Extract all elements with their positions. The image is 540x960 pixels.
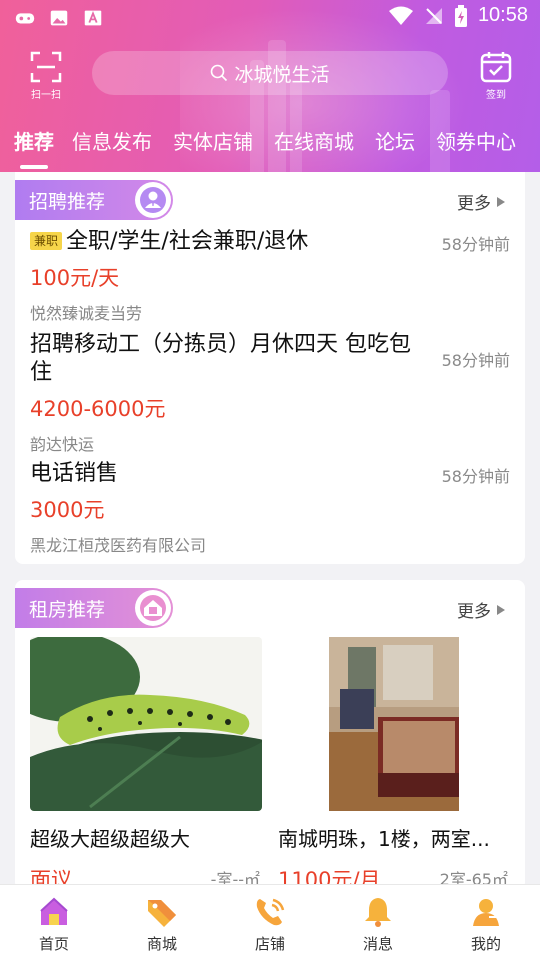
jobs-section-title: 招聘推荐	[29, 190, 106, 213]
job-title: 全职/学生/社会兼职/退休	[66, 229, 309, 254]
bottom-nav: 首页 商城 店铺 消息 我的	[0, 884, 540, 960]
search-icon	[211, 64, 228, 82]
nav-stores-label: 店铺	[254, 935, 285, 953]
search-placeholder: 冰城悦生活	[234, 63, 330, 86]
caterpillar-photo	[30, 637, 262, 811]
image-icon	[50, 10, 68, 26]
job-company: 悦然臻诚麦当劳	[30, 304, 143, 323]
room-photo	[278, 637, 510, 811]
rent-listing[interactable]: 南城明珠，1楼，两室... 1100元/月 2室-65㎡	[278, 637, 510, 890]
category-tabs: 推荐 信息发布 实体店铺 在线商城 论坛 领券中心	[14, 126, 537, 169]
rent-card: 租房推荐 更多 超级大超级超级大 面议 -室--㎡ 南城明珠，1楼，两室... …	[15, 580, 525, 890]
rent-listing-title: 超级大超级超级大	[30, 827, 190, 851]
tab-coupon-center[interactable]: 领券中心	[436, 126, 516, 155]
font-icon	[84, 10, 102, 26]
job-company: 韵达快运	[30, 435, 95, 454]
rent-listing[interactable]: 超级大超级超级大 面议 -室--㎡	[30, 637, 262, 890]
nav-messages-label: 消息	[362, 935, 393, 953]
battery-icon	[454, 4, 467, 27]
job-title: 招聘移动工（分拣员）月休四天 包吃包住	[30, 332, 411, 385]
phone-icon	[256, 898, 285, 926]
search-bar[interactable]: 冰城悦生活	[92, 51, 448, 95]
job-item[interactable]: 电话销售 58分钟前 3000元 黑龙江桓茂医药有限公司	[30, 460, 510, 556]
signal-off-icon	[425, 7, 442, 24]
gamepad-icon	[15, 13, 35, 24]
arrow-right-icon	[497, 196, 505, 207]
rent-section-title: 租房推荐	[29, 598, 106, 621]
checkin-label: 签到	[486, 90, 506, 101]
tag-icon	[148, 900, 176, 927]
job-company: 黑龙江桓茂医药有限公司	[30, 536, 207, 555]
clock: 10:58	[477, 4, 528, 26]
job-time: 58分钟前	[441, 235, 510, 254]
job-salary: 100元/天	[30, 266, 120, 290]
rent-listing-title: 南城明珠，1楼，两室...	[278, 827, 490, 851]
jobs-section-header: 招聘推荐 更多	[15, 172, 525, 222]
home-icon	[40, 897, 68, 925]
nav-mall-label: 商城	[146, 935, 177, 953]
recruit-badge-icon	[135, 182, 171, 218]
tab-info-post[interactable]: 信息发布	[72, 126, 152, 155]
rent-more-label: 更多	[457, 602, 491, 622]
scan-icon	[30, 51, 62, 83]
status-bar: 10:58	[0, 0, 540, 36]
tab-online-mall[interactable]: 在线商城	[274, 126, 354, 155]
jobs-card: 招聘推荐 更多 兼职 全职/学生/社会兼职/退休 58分钟前 100元/天 悦然臻…	[15, 172, 525, 564]
rent-section-header: 租房推荐 更多	[15, 580, 525, 630]
rent-house-badge-icon	[135, 590, 171, 626]
job-title: 电话销售	[30, 461, 119, 486]
job-salary: 3000元	[30, 498, 105, 522]
calendar-check-icon	[480, 52, 512, 83]
rent-more-link[interactable]: 更多	[457, 597, 505, 622]
user-icon	[473, 899, 499, 926]
header: 10:58 扫一扫 冰城悦生活 签到 推荐 信息发布 实体店铺 在线商城 论坛 …	[0, 0, 540, 172]
arrow-right-icon	[497, 604, 505, 615]
tab-stores[interactable]: 实体店铺	[173, 126, 253, 155]
scan-button[interactable]: 扫一扫	[24, 50, 68, 101]
checkin-button[interactable]: 签到	[474, 50, 518, 101]
job-item[interactable]: 招聘移动工（分拣员）月休四天 包吃包住 58分钟前 4200-6000元 韵达快…	[30, 331, 510, 455]
job-item[interactable]: 兼职 全职/学生/社会兼职/退休 58分钟前 100元/天 悦然臻诚麦当劳	[30, 228, 510, 324]
nav-messages[interactable]: 消息	[324, 885, 432, 960]
nav-home-label: 首页	[38, 935, 69, 953]
nav-profile-label: 我的	[470, 935, 501, 953]
job-time: 58分钟前	[441, 351, 510, 370]
nav-mall[interactable]: 商城	[108, 885, 216, 960]
bell-icon	[365, 898, 391, 927]
nav-home[interactable]: 首页	[0, 885, 108, 960]
rent-section-pill: 租房推荐	[15, 588, 173, 628]
job-time: 58分钟前	[441, 467, 510, 486]
tab-recommend[interactable]: 推荐	[14, 126, 54, 169]
job-salary: 4200-6000元	[30, 397, 166, 421]
job-title-row: 兼职 全职/学生/社会兼职/退休	[30, 228, 425, 256]
nav-profile[interactable]: 我的	[432, 885, 540, 960]
wifi-icon	[388, 6, 413, 25]
tab-forum[interactable]: 论坛	[375, 126, 415, 155]
jobs-more-link[interactable]: 更多	[457, 189, 505, 214]
jobs-more-label: 更多	[457, 194, 491, 214]
job-type-badge: 兼职	[30, 232, 63, 250]
nav-stores[interactable]: 店铺	[216, 885, 324, 960]
scan-label: 扫一扫	[31, 90, 61, 101]
jobs-section-pill: 招聘推荐	[15, 180, 173, 220]
